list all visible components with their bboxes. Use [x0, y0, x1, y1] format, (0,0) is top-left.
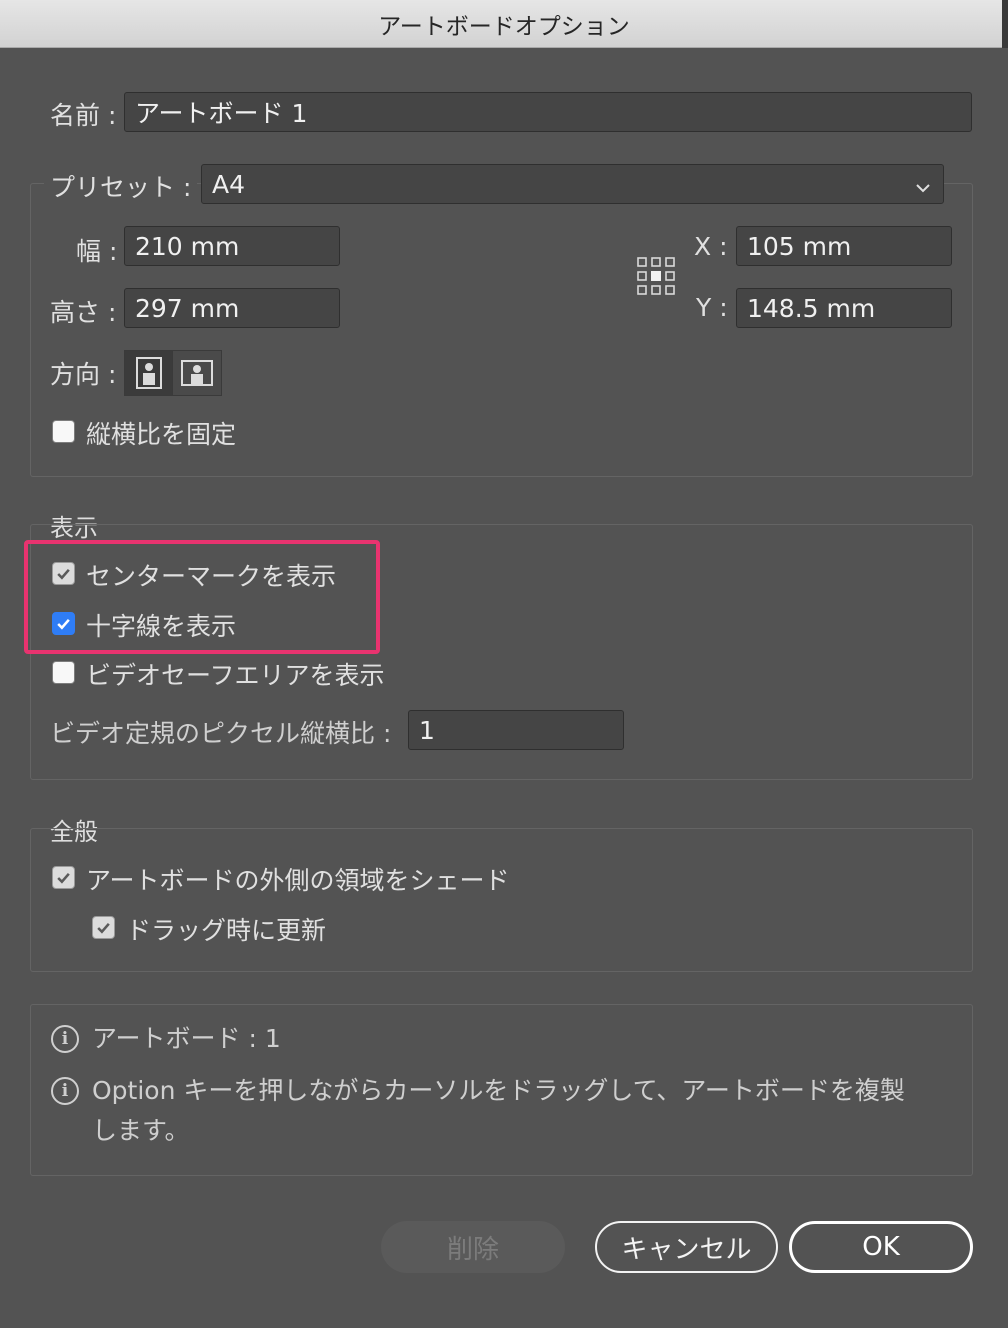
window-title: アートボードオプション: [378, 13, 630, 40]
tip-text-line2: します。: [92, 1116, 190, 1145]
checkmark-icon: [57, 872, 70, 884]
width-label: 幅 :: [76, 237, 118, 266]
y-label: Y :: [696, 293, 728, 322]
info-icon: i: [51, 1077, 79, 1105]
delete-button[interactable]: 削除: [381, 1221, 565, 1273]
portrait-icon: [136, 357, 162, 389]
info-icon: i: [51, 1025, 79, 1053]
name-label: 名前 :: [50, 101, 117, 130]
general-group: [30, 828, 973, 972]
ok-button[interactable]: OK: [789, 1221, 973, 1273]
title-bar: アートボードオプション: [0, 0, 1008, 48]
shade-outside-checkbox[interactable]: [52, 866, 75, 889]
shade-outside-label: アートボードの外側の領域をシェード: [86, 866, 510, 895]
reference-point-icon[interactable]: [636, 256, 676, 296]
video-safe-checkbox[interactable]: [52, 661, 75, 684]
artboard-count-text: アートボード : 1: [92, 1024, 281, 1053]
lock-ratio-checkbox[interactable]: [52, 420, 75, 443]
height-input[interactable]: [124, 288, 340, 328]
checkmark-icon: [97, 922, 110, 934]
cancel-button[interactable]: キャンセル: [595, 1221, 778, 1273]
preset-value: A4: [212, 169, 246, 199]
y-input[interactable]: [736, 288, 952, 328]
x-input[interactable]: [736, 226, 952, 266]
highlight-annotation: [24, 540, 380, 654]
chevron-down-icon: [915, 170, 931, 199]
video-safe-label: ビデオセーフエリアを表示: [86, 661, 385, 690]
update-drag-label: ドラッグ時に更新: [126, 916, 327, 945]
window-edge: [1002, 0, 1008, 48]
orientation-label: 方向 :: [50, 360, 117, 389]
height-label: 高さ :: [50, 298, 117, 327]
lock-ratio-label: 縦横比を固定: [86, 420, 237, 449]
preset-label: プリセット :: [44, 168, 198, 204]
update-drag-checkbox[interactable]: [92, 916, 115, 939]
landscape-icon: [181, 360, 213, 386]
landscape-button[interactable]: [172, 350, 222, 396]
video-ratio-input[interactable]: [408, 710, 624, 750]
name-input[interactable]: [124, 92, 972, 132]
preset-select[interactable]: A4: [201, 164, 944, 204]
portrait-button[interactable]: [124, 350, 174, 396]
tip-text-line1: Option キーを押しながらカーソルをドラッグして、アートボードを複製: [92, 1076, 905, 1105]
video-ratio-label: ビデオ定規のピクセル縦横比 :: [50, 719, 392, 748]
x-label: X :: [694, 232, 728, 261]
width-input[interactable]: [124, 226, 340, 266]
